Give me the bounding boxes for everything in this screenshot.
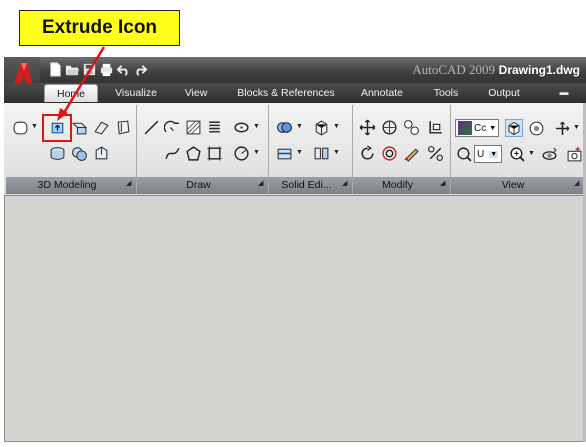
rectangle-icon[interactable] xyxy=(205,144,223,162)
navigation-wheel-icon[interactable] xyxy=(527,119,545,137)
visual-style-value: Cc xyxy=(474,122,487,134)
3d-rotate-icon[interactable] xyxy=(380,118,398,136)
tab-home[interactable]: Home xyxy=(44,84,98,102)
primitive-dropdown-icon[interactable]: ▼ xyxy=(31,118,38,136)
chevron-down-icon: ▼ xyxy=(489,124,497,132)
new-file-icon[interactable] xyxy=(47,61,63,77)
loft-icon[interactable] xyxy=(114,118,132,136)
tab-blocks-references[interactable]: Blocks & References xyxy=(234,84,338,102)
panel-title-solid-editing[interactable]: Solid Edi... xyxy=(269,178,344,193)
sweep-icon[interactable] xyxy=(92,118,110,136)
union-dropdown-icon[interactable]: ▼ xyxy=(296,118,303,136)
panel-expand-icon[interactable]: ◢ xyxy=(258,180,266,188)
tab-view[interactable]: View xyxy=(178,84,214,102)
erase-icon[interactable] xyxy=(402,144,420,162)
pan-icon[interactable] xyxy=(553,119,571,137)
presspull-icon[interactable] xyxy=(70,118,88,136)
tab-output[interactable]: Output xyxy=(482,84,526,102)
union-solid-icon[interactable] xyxy=(275,118,293,136)
rotate-icon[interactable] xyxy=(358,144,376,162)
extrude-callout: Extrude Icon xyxy=(19,10,180,46)
ellipse-dropdown-icon[interactable]: ▼ xyxy=(253,118,260,136)
move-icon[interactable] xyxy=(358,118,376,136)
3d-view-icon[interactable] xyxy=(505,119,523,137)
slice-icon[interactable] xyxy=(275,144,293,162)
panel-title-draw[interactable]: Draw xyxy=(137,178,260,193)
separate-dropdown-icon[interactable]: ▼ xyxy=(333,144,340,162)
solidedit-dropdown-icon[interactable]: ▼ xyxy=(333,118,340,136)
line-icon[interactable] xyxy=(142,118,160,136)
pan-dropdown-icon[interactable]: ▼ xyxy=(573,119,580,137)
ellipse-icon[interactable] xyxy=(232,118,250,136)
scale-icon[interactable] xyxy=(426,144,444,162)
separate-icon[interactable] xyxy=(312,144,330,162)
visual-style-dropdown[interactable]: Cc ▼ xyxy=(455,119,499,137)
chevron-down-icon: ▼ xyxy=(489,150,499,158)
stretch-icon[interactable] xyxy=(426,118,444,136)
spline-icon[interactable] xyxy=(163,144,181,162)
open-file-icon[interactable] xyxy=(64,61,80,77)
union-icon[interactable] xyxy=(70,144,88,162)
panel-title-modify[interactable]: Modify xyxy=(353,178,442,193)
tab-annotate[interactable]: Annotate xyxy=(356,84,408,102)
save-icon[interactable] xyxy=(81,61,97,77)
redo-icon[interactable] xyxy=(132,61,148,77)
undo-icon[interactable] xyxy=(115,61,131,77)
app-name: AutoCAD 2009 xyxy=(412,62,496,77)
window-title: AutoCAD 2009 Drawing1.dwg xyxy=(412,60,580,80)
tab-visualize[interactable]: Visualize xyxy=(110,84,162,102)
panel-expand-icon[interactable]: ◢ xyxy=(574,180,582,188)
visual-style-icon xyxy=(458,121,472,135)
ribbon-minimize-icon[interactable]: ▬ xyxy=(556,85,572,99)
ucs-dropdown[interactable]: U ▼ xyxy=(474,145,502,163)
orbit-icon[interactable] xyxy=(540,145,558,163)
offset-icon[interactable] xyxy=(380,144,398,162)
extrude-highlight-box xyxy=(42,114,72,142)
box-solid-icon[interactable] xyxy=(11,118,29,136)
circle-icon[interactable] xyxy=(232,144,250,162)
drawing-area[interactable] xyxy=(5,197,585,441)
extrude-faces-icon[interactable] xyxy=(312,118,330,136)
revolve-icon[interactable] xyxy=(48,144,66,162)
ucs-value: U xyxy=(477,148,485,160)
panel-expand-icon[interactable]: ◢ xyxy=(126,180,134,188)
document-name: Drawing1.dwg xyxy=(498,63,580,77)
panel-title-3d-modeling[interactable]: 3D Modeling xyxy=(6,178,128,193)
tab-tools[interactable]: Tools xyxy=(428,84,464,102)
zoom-icon[interactable] xyxy=(508,145,526,163)
slice-dropdown-icon[interactable]: ▼ xyxy=(296,144,303,162)
zoom-dropdown-icon[interactable]: ▼ xyxy=(528,145,535,163)
copy-icon[interactable] xyxy=(402,118,420,136)
panel-title-view[interactable]: View xyxy=(451,178,575,193)
camera-icon[interactable] xyxy=(565,145,583,163)
polygon-icon[interactable] xyxy=(184,144,202,162)
ucs-icon[interactable] xyxy=(455,145,473,163)
hatch-icon[interactable] xyxy=(184,118,202,136)
panel-expand-icon[interactable]: ◢ xyxy=(342,180,350,188)
polysolid-icon[interactable] xyxy=(92,144,110,162)
spiral-icon[interactable] xyxy=(205,118,223,136)
polyline-icon[interactable] xyxy=(163,118,181,136)
circle-dropdown-icon[interactable]: ▼ xyxy=(253,144,260,162)
plot-icon[interactable] xyxy=(98,61,114,77)
panel-expand-icon[interactable]: ◢ xyxy=(440,180,448,188)
